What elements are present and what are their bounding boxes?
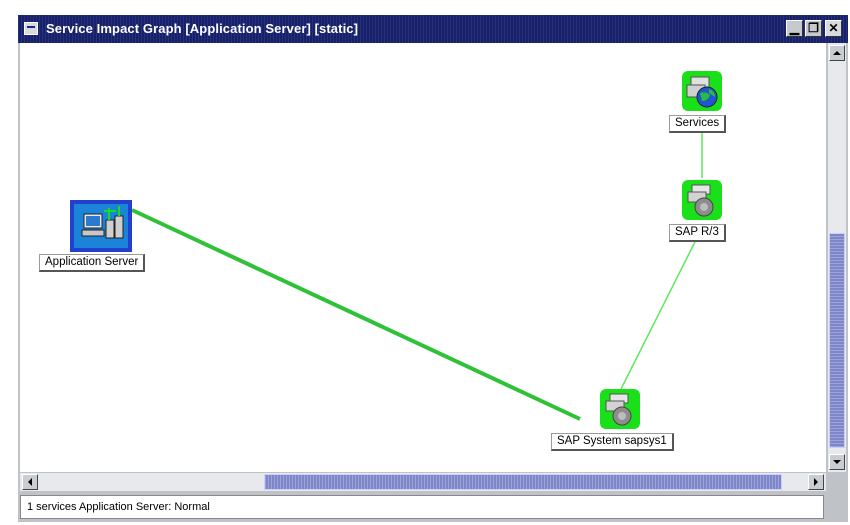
horizontal-scroll-thumb[interactable] [264,474,782,490]
vertical-scroll-thumb[interactable] [829,233,845,448]
sap-r3-node-icon[interactable] [682,180,722,220]
title-bar[interactable]: Service Impact Graph [Application Server… [18,15,848,43]
window-title: Service Impact Graph [Application Server… [46,21,359,36]
status-bar: 1 services Application Server: Normal [20,495,824,519]
services-node-icon[interactable] [682,71,722,111]
sap-system-sapsys1-node-icon[interactable] [600,389,640,429]
sap-r3-label[interactable]: SAP R/3 [669,224,726,242]
window-app-icon[interactable] [24,22,38,35]
chevron-left-icon [28,478,32,486]
application-server-icon [70,200,132,252]
status-bar-corner [826,495,846,519]
services-label[interactable]: Services [669,115,727,133]
edge-appserver-to-sapsys1 [131,208,581,421]
minimize-button[interactable]: ▁ [786,20,803,37]
horizontal-scrollbar[interactable] [20,473,826,491]
scroll-left-button[interactable] [22,474,38,490]
chevron-up-icon [833,51,841,55]
service-impact-graph-window: Service Impact Graph [Application Server… [18,15,848,522]
application-server-node-icon[interactable] [70,200,132,252]
graph-canvas[interactable]: Application Server Services SAP R/3 SAP … [20,43,826,472]
sap-system-icon [600,389,640,429]
restore-button[interactable]: ❐ [805,20,822,37]
sap-system-icon [682,180,722,220]
scroll-right-button[interactable] [808,474,824,490]
close-button[interactable]: ✕ [825,20,842,37]
application-server-label[interactable]: Application Server [39,254,146,272]
chevron-down-icon [833,460,841,464]
scroll-up-button[interactable] [829,45,845,61]
vertical-scrollbar[interactable] [828,43,846,472]
edge-sapsys1-to-sapr3 [619,227,703,392]
sap-system-sapsys1-label[interactable]: SAP System sapsys1 [551,433,674,451]
chevron-right-icon [814,478,818,486]
scroll-down-button[interactable] [829,454,845,470]
services-globe-icon [682,71,722,111]
status-text: 1 services Application Server: Normal [27,501,210,513]
